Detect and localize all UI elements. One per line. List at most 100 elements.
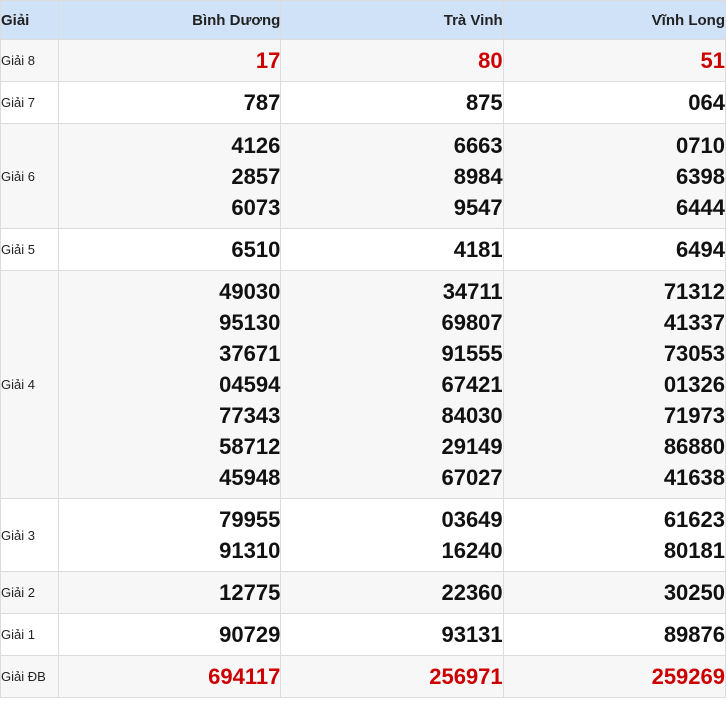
result-number: 86880 [663,434,725,459]
result-number: 67027 [441,465,503,490]
result-cell: 71312 41337 73053 01326 71973 86880 41638 [502,270,726,499]
prize-label: Giải 6 [0,123,59,229]
result-number: 90729 [219,622,281,647]
result-cell: 064 [502,81,726,124]
result-cell: 6510 [57,228,282,271]
result-cell: 17 [57,39,282,82]
result-cell: 0710 6398 6444 [502,123,726,229]
result-number: 2857 [231,163,281,189]
result-number: 16240 [441,538,503,563]
result-cell: 6494 [502,228,726,271]
result-cell: 93131 [280,613,504,656]
result-number: 064 [688,90,725,115]
prize-label: Giải 3 [0,498,59,572]
result-number: 875 [465,90,503,115]
prize-row: Giải 4 49030 95130 37671 04594 77343 58712 4594… [0,270,726,499]
result-number: 259269 [651,664,725,689]
result-number: 12775 [219,580,281,605]
prize-label: Giải 1 [0,613,59,656]
prize-label: Giải 4 [0,270,59,499]
result-number: 51 [700,48,725,73]
result-number: 93131 [441,622,503,647]
prize-row: Giải 5 6510 4181 6494 [0,228,726,271]
result-number: 6444 [676,194,725,220]
result-cell: 694117 [57,655,282,698]
result-number: 91310 [219,538,281,563]
result-number: 694117 [208,664,281,689]
result-number: 8984 [453,163,503,189]
result-number: 73053 [663,341,725,366]
result-number: 22360 [441,580,503,605]
lottery-results-table: Giải Bình Dương Trà Vinh Vĩnh Long Giải … [0,0,726,698]
header-province-tra-vinh: Trà Vinh [280,0,504,40]
result-cell: 4181 [280,228,504,271]
header-row: Giải Bình Dương Trà Vinh Vĩnh Long [0,0,726,40]
result-number: 6663 [453,132,503,158]
result-number: 6398 [676,163,725,189]
result-number: 29149 [441,434,503,459]
prize-label: Giải 7 [0,81,59,124]
result-number: 58712 [219,434,281,459]
result-cell: 51 [502,39,726,82]
result-number: 9547 [453,194,503,220]
result-number: 34711 [442,279,503,304]
prize-row: Giải 8 17 80 51 [0,39,726,82]
result-cell: 6663 8984 9547 [280,123,504,229]
prize-row: Giải 6 4126 2857 6073 6663 8984 9547 0710 6398 64… [0,123,726,229]
result-cell: 03649 16240 [280,498,504,572]
result-number: 0710 [676,132,725,158]
result-number: 79955 [219,507,281,532]
result-cell: 22360 [280,571,504,614]
result-cell: 61623 80181 [502,498,726,572]
prize-row: Giải 2 12775 22360 30250 [0,571,726,614]
prize-row: Giải 3 79955 91310 03649 16240 61623 80181 [0,498,726,572]
result-number: 71312 [663,279,725,304]
result-number: 37671 [219,341,281,366]
result-number: 6494 [676,237,725,262]
result-number: 41337 [663,310,725,335]
result-number: 95130 [219,310,281,335]
result-number: 41638 [663,465,725,490]
result-number: 80 [478,48,503,73]
result-cell: 49030 95130 37671 04594 77343 58712 45948 [57,270,282,499]
prize-row: Giải ĐB 694117 256971 259269 [0,655,726,698]
result-number: 04594 [219,372,281,397]
result-number: 69807 [441,310,503,335]
result-number: 30250 [663,580,725,605]
result-cell: 787 [57,81,282,124]
result-number: 256971 [429,664,503,689]
result-cell: 90729 [57,613,282,656]
prize-label: Giải 5 [0,228,59,271]
prize-label: Giải 2 [0,571,59,614]
result-number: 01326 [663,372,725,397]
result-number: 787 [243,90,281,115]
result-number: 89876 [663,622,725,647]
result-number: 6073 [231,194,281,220]
result-cell: 89876 [502,613,726,656]
result-cell: 12775 [57,571,282,614]
result-number: 45948 [219,465,281,490]
prize-label: Giải ĐB [0,655,59,698]
result-number: 6510 [231,237,281,262]
result-number: 80181 [663,538,725,563]
header-province-binh-duong: Bình Dương [57,0,282,40]
result-number: 4126 [231,132,281,158]
result-number: 61623 [663,507,725,532]
result-cell: 259269 [502,655,726,698]
result-number: 91555 [441,341,503,366]
header-prize-label: Giải [0,0,59,40]
result-number: 4181 [453,237,503,262]
result-number: 49030 [219,279,281,304]
result-number: 67421 [441,372,503,397]
results-body: Giải 8 17 80 51 Giải 7 787 875 064 Giải 6 4126 285… [0,39,726,698]
header-province-vinh-long: Vĩnh Long [502,0,726,40]
result-number: 71973 [663,403,725,428]
result-cell: 4126 2857 6073 [57,123,282,229]
result-cell: 34711 69807 91555 67421 84030 29149 67027 [280,270,504,499]
result-number: 84030 [441,403,503,428]
result-cell: 80 [280,39,504,82]
prize-label: Giải 8 [0,39,59,82]
result-number: 17 [255,48,281,73]
result-number: 77343 [219,403,281,428]
prize-row: Giải 7 787 875 064 [0,81,726,124]
